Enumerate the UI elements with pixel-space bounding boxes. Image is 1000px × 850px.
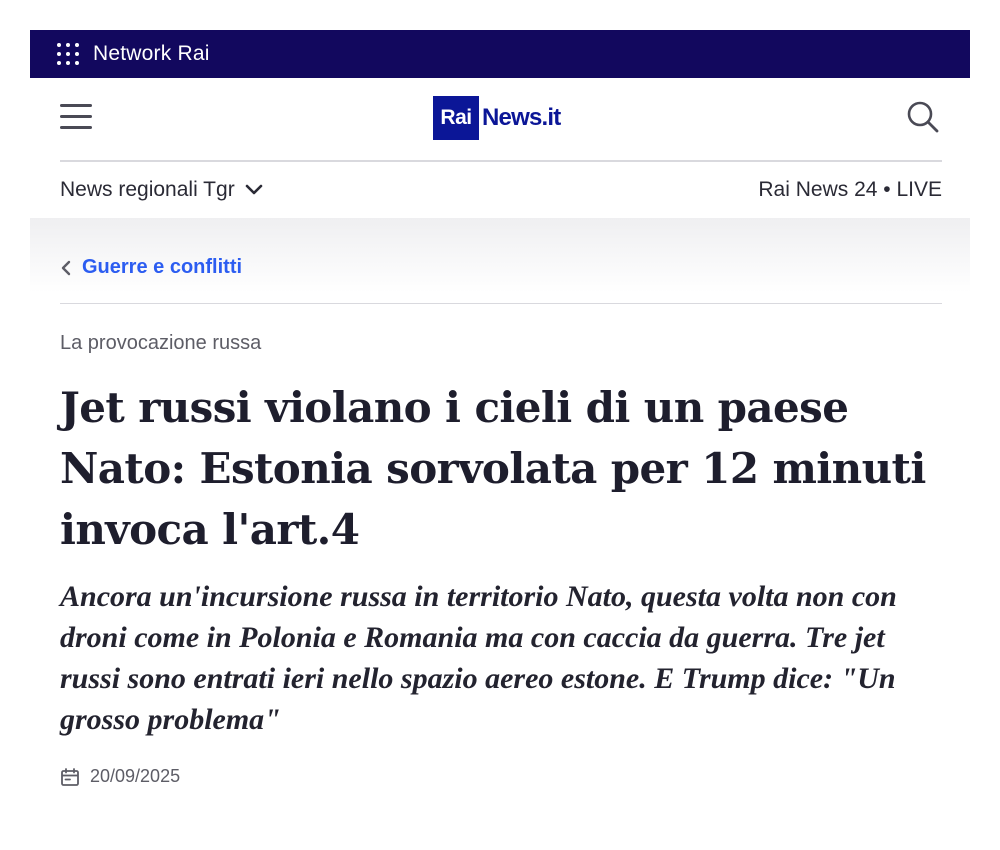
article-summary: Ancora un'incursione russa in territorio… bbox=[60, 580, 897, 736]
calendar-icon bbox=[61, 767, 79, 786]
article-header: La provocazione russa Jet russi violano … bbox=[60, 332, 942, 787]
breadcrumb-label: Guerre e conflitti bbox=[82, 256, 243, 278]
article-date: 20/09/2025 bbox=[90, 766, 181, 786]
chevron-left-icon bbox=[61, 260, 71, 275]
grid-icon[interactable] bbox=[57, 43, 79, 65]
live-link[interactable]: Rai News 24 • LIVE bbox=[758, 178, 942, 202]
logo-news-text: News.it bbox=[482, 104, 561, 131]
search-icon[interactable] bbox=[906, 100, 940, 134]
sub-navigation: News regionali Tgr Rai News 24 • LIVE bbox=[60, 162, 942, 218]
menu-icon[interactable] bbox=[60, 104, 92, 130]
divider bbox=[60, 303, 942, 304]
regional-news-dropdown[interactable]: News regionali Tgr bbox=[60, 178, 263, 202]
page-frame: Network Rai Rai News.it News regionali T… bbox=[30, 30, 970, 787]
network-rai-label[interactable]: Network Rai bbox=[93, 42, 210, 66]
breadcrumb-area: Guerre e conflitti bbox=[30, 218, 970, 304]
network-bar[interactable]: Network Rai bbox=[30, 30, 970, 78]
rainews-logo[interactable]: Rai News.it bbox=[433, 96, 561, 140]
article-date-row: 20/09/2025 bbox=[60, 766, 942, 787]
logo-rai-mark: Rai bbox=[433, 96, 479, 140]
breadcrumb[interactable]: Guerre e conflitti bbox=[60, 256, 242, 279]
site-header: Rai News.it bbox=[60, 78, 942, 162]
article-kicker: La provocazione russa bbox=[60, 332, 262, 354]
chevron-down-icon bbox=[245, 184, 262, 195]
article-headline: Jet russi violano i cieli di un paese Na… bbox=[60, 383, 926, 554]
regional-news-label: News regionali Tgr bbox=[60, 178, 235, 201]
